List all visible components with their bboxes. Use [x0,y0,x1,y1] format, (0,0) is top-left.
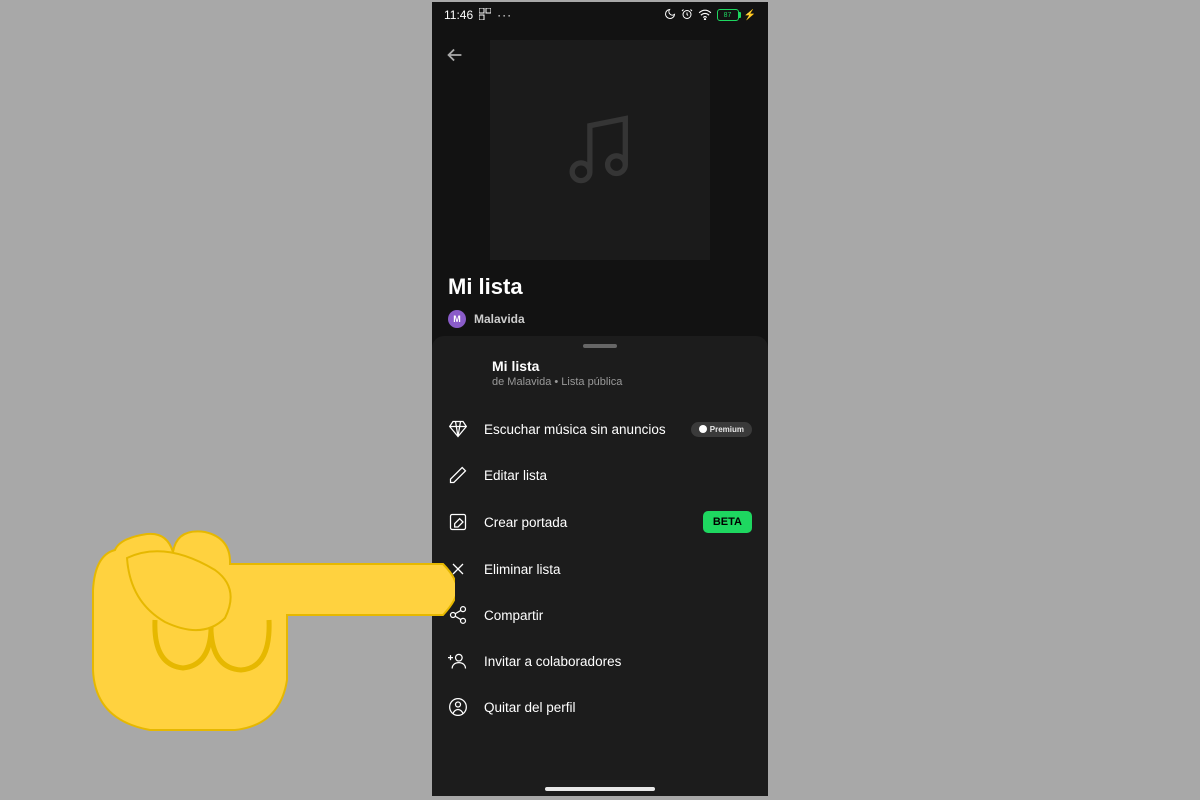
owner-avatar: M [448,310,466,328]
options-sheet: Mi lista de Malavida • Lista pública Esc… [432,336,768,796]
sheet-subtitle: de Malavida • Lista pública [492,376,752,388]
playlist-title: Mi lista [448,274,752,300]
diamond-icon [448,419,468,439]
premium-badge: Premium [691,422,752,437]
playlist-owner-row[interactable]: M Malavida [448,310,752,328]
sheet-handle[interactable] [583,344,617,348]
owner-name: Malavida [474,312,525,326]
dnd-icon [664,8,676,23]
battery-icon: 87 [717,9,739,21]
home-indicator[interactable] [545,787,655,791]
menu-item-delete-list[interactable]: Eliminar lista [432,546,768,592]
menu-label: Compartir [484,608,752,623]
playlist-header [432,28,768,260]
menu-item-listen-no-ads[interactable]: Escuchar música sin anuncios Premium [432,406,768,452]
menu-label: Invitar a colaboradores [484,654,752,669]
playlist-info: Mi lista M Malavida [432,260,768,328]
menu-label: Quitar del perfil [484,700,752,715]
status-left: 11:46 ··· [444,8,512,23]
menu-item-remove-profile[interactable]: Quitar del perfil [432,684,768,730]
wifi-icon [698,8,712,23]
menu-item-create-cover[interactable]: Crear portada BETA [432,498,768,546]
alarm-icon [681,8,693,23]
pointing-hand-annotation [55,440,455,760]
menu-label: Eliminar lista [484,562,752,577]
qr-icon [479,8,491,23]
back-button[interactable] [444,44,466,71]
menu-label: Crear portada [484,515,687,530]
phone-frame: 11:46 ··· 87 ⚡ [432,2,768,796]
menu-label: Escuchar música sin anuncios [484,422,675,437]
sheet-title: Mi lista [492,358,752,374]
menu-item-invite-collaborators[interactable]: Invitar a colaboradores [432,638,768,684]
status-right: 87 ⚡ [664,8,756,23]
beta-badge: BETA [703,511,752,533]
playlist-cover [490,40,710,260]
menu-item-share[interactable]: Compartir [432,592,768,638]
more-dots-icon: ··· [497,8,512,22]
sheet-header: Mi lista de Malavida • Lista pública [432,358,768,402]
charging-icon: ⚡ [744,10,756,21]
status-time: 11:46 [444,8,473,22]
menu-item-edit-list[interactable]: Editar lista [432,452,768,498]
menu-label: Editar lista [484,468,752,483]
status-bar: 11:46 ··· 87 ⚡ [432,2,768,28]
